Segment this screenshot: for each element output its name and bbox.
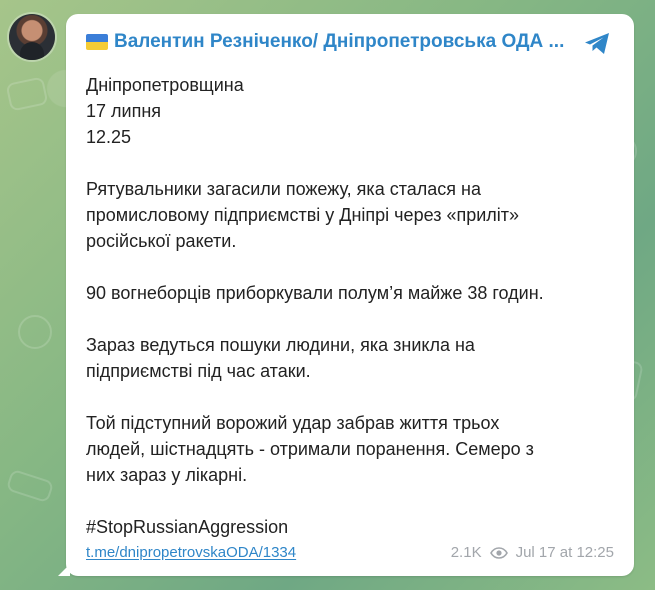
message-line: 12.25 bbox=[86, 127, 132, 147]
eye-icon bbox=[489, 546, 508, 559]
message-line: Зараз ведуться пошуки людини, яка зникла… bbox=[86, 335, 475, 355]
ukraine-flag-icon bbox=[86, 34, 108, 50]
telegram-share-icon[interactable] bbox=[580, 26, 614, 60]
message-line: людей, шістнадцять - отримали поранення.… bbox=[86, 439, 534, 459]
message-line: підприємстві під час атаки. bbox=[86, 361, 311, 381]
message-timestamp: Jul 17 at 12:25 bbox=[515, 543, 614, 561]
message-spacer bbox=[86, 306, 616, 332]
message-spacer bbox=[86, 384, 616, 410]
message-line: російської ракети. bbox=[86, 231, 237, 251]
message-line: них зараз у лікарні. bbox=[86, 465, 248, 485]
message-line: Той підступний ворожий удар забрав життя… bbox=[86, 413, 500, 433]
message-line: Дніпропетровщина bbox=[86, 75, 244, 95]
message-line: Рятувальники загасили пожежу, яка сталас… bbox=[86, 179, 481, 199]
background-doodle bbox=[5, 468, 55, 504]
message-spacer bbox=[86, 150, 616, 176]
message-text: Дніпропетровщина 17 липня 12.25 Рятуваль… bbox=[86, 72, 616, 540]
message-link[interactable]: t.me/dnipropetrovskaODA/1334 bbox=[86, 544, 296, 561]
message-line: 17 липня bbox=[86, 101, 162, 121]
message-spacer bbox=[86, 488, 616, 514]
message-line: промисловому підприємстві у Дніпрі через… bbox=[86, 205, 520, 225]
message-line: 90 вогнеборців приборкували полум’я майж… bbox=[86, 283, 544, 303]
background-doodle bbox=[5, 76, 49, 112]
message-meta: 2.1K Jul 17 at 12:25 bbox=[451, 544, 614, 561]
hashtag[interactable]: #StopRussianAggression bbox=[86, 514, 616, 540]
message-spacer bbox=[86, 254, 616, 280]
background-doodle bbox=[18, 315, 52, 349]
channel-name[interactable]: Валентин Резніченко/ Дніпропетровська ОД… bbox=[114, 30, 564, 54]
avatar[interactable] bbox=[9, 14, 55, 60]
message-footer: t.me/dnipropetrovskaODA/1334 2.1K Jul 17… bbox=[86, 541, 614, 563]
view-count: 2.1K bbox=[450, 543, 482, 561]
message-header: Валентин Резніченко/ Дніпропетровська ОД… bbox=[86, 29, 566, 55]
message-bubble: Валентин Резніченко/ Дніпропетровська ОД… bbox=[66, 14, 634, 576]
